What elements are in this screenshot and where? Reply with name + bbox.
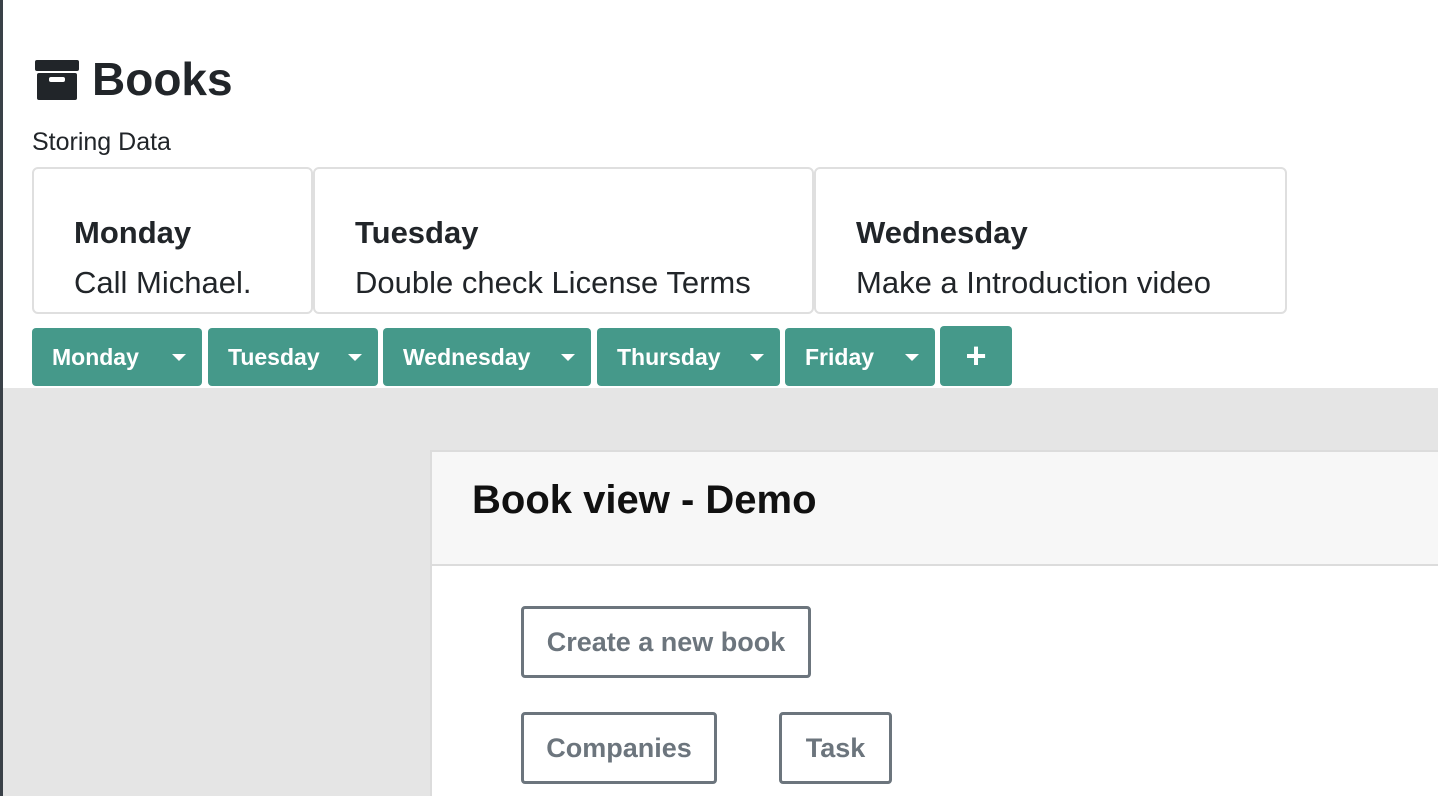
day-card-tuesday: Tuesday Double check License Terms xyxy=(313,167,814,314)
card-day-label: Wednesday xyxy=(856,215,1028,250)
archive-box-icon xyxy=(35,60,79,100)
card-day-label: Monday xyxy=(74,215,192,250)
plus-icon: + xyxy=(965,335,987,376)
caret-down-icon[interactable] xyxy=(905,353,919,361)
caret-down-icon[interactable] xyxy=(172,353,186,361)
tab-wednesday[interactable]: Wednesday xyxy=(383,328,591,386)
tab-monday[interactable]: Monday xyxy=(32,328,202,386)
create-book-button[interactable]: Create a new book xyxy=(521,606,811,678)
card-day-label: Tuesday xyxy=(355,215,479,250)
caret-down-icon[interactable] xyxy=(750,353,764,361)
task-button[interactable]: Task xyxy=(779,712,892,784)
tab-label: Tuesday xyxy=(228,343,320,370)
companies-button[interactable]: Companies xyxy=(521,712,717,784)
book-view-panel: Book view - Demo Create a new book Compa… xyxy=(430,450,1438,796)
page-subtitle: Storing Data xyxy=(32,128,171,156)
card-task-text: Double check License Terms xyxy=(355,265,751,300)
tab-label: Monday xyxy=(52,343,139,370)
day-card-wednesday: Wednesday Make a Introduction video xyxy=(814,167,1287,314)
caret-down-icon[interactable] xyxy=(561,353,575,361)
tab-label: Wednesday xyxy=(403,343,531,370)
card-task-text: Call Michael. xyxy=(74,265,252,300)
panel-header: Book view - Demo xyxy=(432,452,1438,566)
tab-tuesday[interactable]: Tuesday xyxy=(208,328,378,386)
tab-thursday[interactable]: Thursday xyxy=(597,328,780,386)
add-tab-button[interactable]: + xyxy=(940,326,1012,386)
day-card-monday: Monday Call Michael. xyxy=(32,167,313,314)
page-header: Books xyxy=(34,52,233,106)
tab-label: Thursday xyxy=(617,343,721,370)
tab-friday[interactable]: Friday xyxy=(785,328,935,386)
panel-title: Book view - Demo xyxy=(472,478,817,522)
tab-label: Friday xyxy=(805,343,875,370)
caret-down-icon[interactable] xyxy=(348,353,362,361)
page-title: Books xyxy=(92,53,233,105)
card-task-text: Make a Introduction video xyxy=(856,265,1211,300)
